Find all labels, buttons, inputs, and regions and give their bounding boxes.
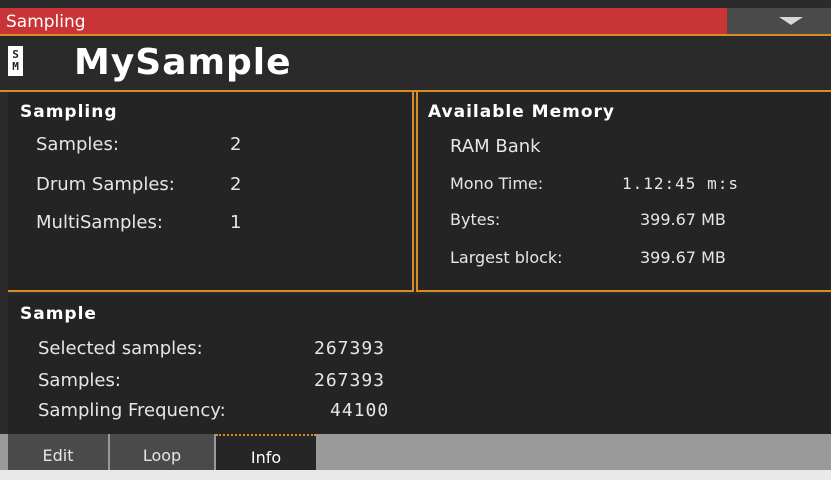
selected-samples-label: Selected samples: [38,338,203,359]
multisamples-value: 1 [230,212,242,233]
sampling-frequency-label: Sampling Frequency: [38,400,226,421]
window-title: Sampling [6,12,86,32]
sampling-panel: Sampling Samples: 2 Drum Samples: 2 Mult… [8,92,414,292]
drum-samples-value: 2 [230,174,242,195]
tab-loop[interactable]: Loop [110,434,214,470]
mono-time-value: 1.12:45 m:s [622,174,739,193]
available-memory-panel: Available Memory RAM Bank Mono Time: 1.1… [416,92,831,292]
sample-mode-icon: S M [8,46,23,76]
multisamples-label: MultiSamples: [36,212,163,233]
icon-letter-m: M [12,60,19,73]
sample-length-value: 267393 [314,370,386,391]
chevron-down-icon [779,17,803,25]
largest-block-label: Largest block: [450,248,563,267]
selected-samples-value: 267393 [314,338,386,359]
tab-info[interactable]: Info [216,434,316,470]
memory-section-title: Available Memory [428,102,615,122]
sample-length-label: Samples: [38,370,121,391]
sampling-frequency-value: 44100 [330,400,390,421]
tab-edit[interactable]: Edit [8,434,108,470]
sampling-section-title: Sampling [20,102,118,122]
ram-bank-label: RAM Bank [450,136,541,157]
sampling-screen: Sampling S M MySample Sampling Samples: … [0,0,831,470]
samples-count-value: 2 [230,134,242,155]
tab-bar: Edit Loop Info [0,434,831,470]
drum-samples-label: Drum Samples: [36,174,175,195]
sample-info-panel: Sample Selected samples: 267393 Samples:… [8,294,831,434]
page-menu-button[interactable] [727,8,831,34]
bytes-value: 399.67 MB [640,210,726,229]
mono-time-label: Mono Time: [450,174,544,193]
sample-header: S M MySample [0,36,831,92]
samples-count-label: Samples: [36,134,119,155]
sample-name[interactable]: MySample [74,42,292,83]
sample-section-title: Sample [20,304,97,324]
largest-block-value: 399.67 MB [640,248,726,267]
title-bar: Sampling [0,8,831,36]
bytes-label: Bytes: [450,210,501,229]
